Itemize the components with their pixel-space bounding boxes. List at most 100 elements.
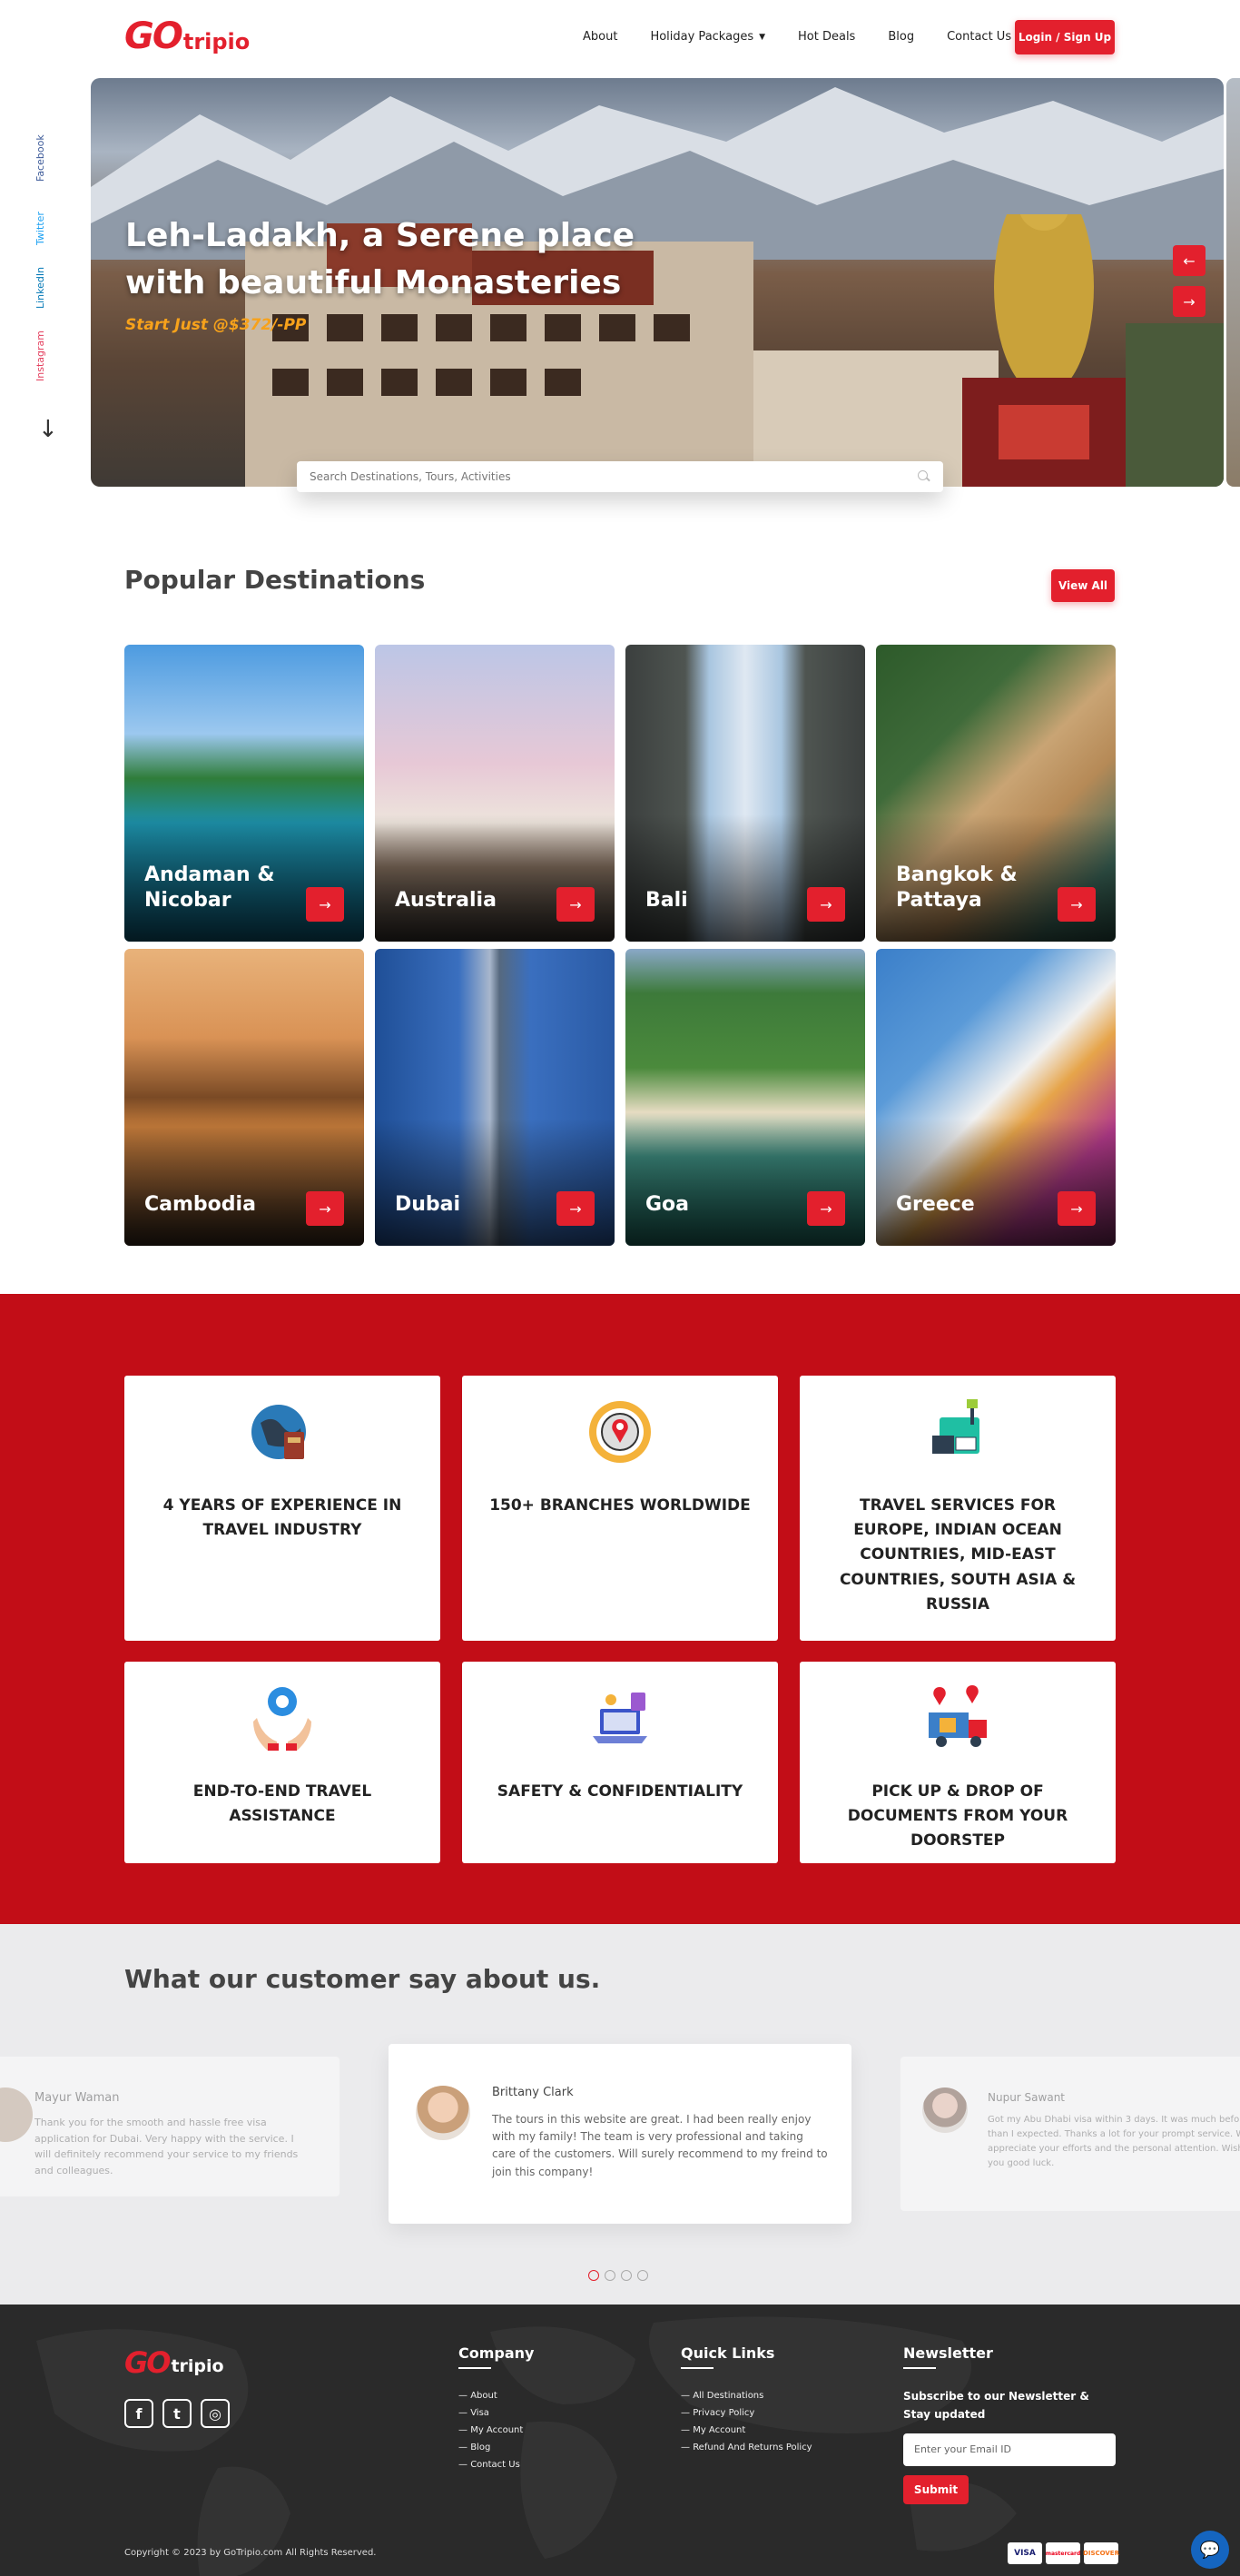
pagination-dot[interactable]	[605, 2270, 615, 2281]
search-input[interactable]	[310, 470, 918, 483]
feature-text: End-to-End Travel Assistance	[192, 1782, 372, 1826]
nav-blog[interactable]: Blog	[888, 30, 914, 44]
delivery-truck-icon	[929, 1685, 987, 1747]
nav-holiday-label: Holiday Packages	[650, 30, 754, 44]
destination-card-cambodia[interactable]: Cambodia →	[124, 949, 364, 1246]
visa-stamp-icon	[932, 1399, 979, 1454]
site-header: GO tripio About Holiday Packages ▼ Hot De…	[0, 0, 1240, 78]
footer-link[interactable]: My Account	[458, 2422, 534, 2439]
feature-text: Pick up & Drop of Documents from your Do…	[847, 1782, 1068, 1851]
feature-text: 4 Years of Experience in Travel Industry	[162, 1496, 402, 1540]
avatar	[0, 2087, 33, 2142]
instagram-icon[interactable]: ◎	[201, 2399, 230, 2428]
footer-newsletter-title: Newsletter	[903, 2344, 993, 2362]
arrow-right-icon[interactable]: →	[807, 1191, 845, 1226]
hero-prev-button[interactable]: ←	[1173, 245, 1206, 276]
destination-card-dubai[interactable]: Dubai →	[375, 949, 615, 1246]
testimonials-title: What our customer say about us.	[124, 1964, 601, 1994]
mastercard-icon: mastercard	[1046, 2542, 1080, 2564]
footer-link[interactable]: Refund And Returns Policy	[681, 2439, 812, 2456]
discover-card-icon: DISCOVER	[1083, 2542, 1119, 2564]
avatar	[922, 2087, 968, 2133]
features-section: 4 Years of Experience in Travel Industry…	[0, 1294, 1240, 1924]
divider	[681, 2367, 713, 2369]
footer-link[interactable]: Visa	[458, 2404, 534, 2422]
footer-newsletter-column: Newsletter Subscribe to our Newsletter &…	[903, 2344, 1116, 2504]
caret-down-icon: ▼	[759, 32, 766, 42]
destinations-grid: Andaman & Nicobar → Australia → Bali → B…	[124, 645, 1116, 1246]
footer-link[interactable]: Blog	[458, 2439, 534, 2456]
destination-card-australia[interactable]: Australia →	[375, 645, 615, 942]
newsletter-email-input[interactable]	[903, 2433, 1116, 2466]
features-grid: 4 Years of Experience in Travel Industry…	[124, 1376, 1116, 1863]
footer-social: f t ◎	[124, 2399, 230, 2428]
view-all-button[interactable]: View All	[1051, 569, 1115, 602]
footer-link[interactable]: Contact Us	[458, 2456, 534, 2473]
newsletter-submit-button[interactable]: Submit	[903, 2474, 969, 2504]
arrow-right-icon[interactable]: →	[556, 887, 595, 922]
destination-card-bali[interactable]: Bali →	[625, 645, 865, 942]
feature-card: End-to-End Travel Assistance	[124, 1662, 440, 1863]
footer-link[interactable]: Privacy Policy	[681, 2404, 812, 2422]
destination-card-andaman[interactable]: Andaman & Nicobar →	[124, 645, 364, 942]
arrow-right-icon[interactable]: →	[1058, 887, 1096, 922]
facebook-icon[interactable]: f	[124, 2399, 153, 2428]
destination-name: Australia	[395, 889, 497, 913]
hero-price: Start Just @$372/-PP	[125, 316, 307, 334]
testimonial-name: Brittany Clark	[492, 2086, 574, 2099]
arrow-right-icon[interactable]: →	[807, 887, 845, 922]
testimonial-card-active: Brittany Clark The tours in this website…	[389, 2044, 851, 2224]
scroll-down-arrow-icon[interactable]: ↓	[38, 416, 58, 443]
chat-bubble-icon[interactable]: 💬	[1191, 2531, 1229, 2569]
footer-link[interactable]: My Account	[681, 2422, 812, 2439]
arrow-right-icon[interactable]: →	[306, 1191, 344, 1226]
divider	[458, 2367, 491, 2369]
pagination-dot[interactable]	[621, 2270, 632, 2281]
card-shade	[124, 1119, 364, 1246]
arrow-right-icon[interactable]: →	[306, 887, 344, 922]
copyright-text: Copyright © 2023 by GoTripio.com All Rig…	[124, 2548, 377, 2558]
logo-go: GO	[124, 2345, 171, 2380]
destination-card-greece[interactable]: Greece →	[876, 949, 1116, 1246]
feature-text: 150+ Branches Worldwide	[489, 1496, 751, 1515]
social-facebook-link[interactable]: Facebook	[34, 134, 46, 182]
main-nav: About Holiday Packages ▼ Hot Deals Blog C…	[583, 30, 1044, 44]
login-signup-button[interactable]: Login / Sign Up	[1015, 20, 1115, 54]
nav-contact-label: Contact Us	[947, 30, 1012, 44]
testimonial-name: Nupur Sawant	[988, 2091, 1066, 2104]
footer-link[interactable]: All Destinations	[681, 2387, 812, 2404]
visa-card-icon: VISA	[1008, 2542, 1042, 2564]
nav-hot-deals[interactable]: Hot Deals	[798, 30, 855, 44]
feature-text: Safety & Confidentiality	[497, 1782, 743, 1801]
footer-logo[interactable]: GO tripio	[124, 2348, 224, 2377]
arrow-right-icon[interactable]: →	[1058, 1191, 1096, 1226]
hero-next-button[interactable]: →	[1173, 286, 1206, 317]
twitter-icon[interactable]: t	[162, 2399, 192, 2428]
feature-card: 150+ Branches Worldwide	[462, 1376, 778, 1641]
testimonials-section: What our customer say about us. Mayur Wa…	[0, 1924, 1240, 2305]
nav-blog-label: Blog	[888, 30, 915, 44]
social-twitter-link[interactable]: Twitter	[34, 212, 46, 245]
hero-next-slide-peek	[1226, 78, 1240, 487]
search-icon[interactable]	[918, 470, 930, 483]
nav-about-label: About	[583, 30, 618, 44]
nav-contact[interactable]: Contact Us	[947, 30, 1011, 44]
destination-name: Goa	[645, 1193, 690, 1217]
destination-name: Greece	[896, 1193, 975, 1217]
pagination-dot[interactable]	[588, 2270, 599, 2281]
pagination-dot[interactable]	[637, 2270, 648, 2281]
site-footer: GO tripio f t ◎ Company About Visa My Ac…	[0, 2305, 1240, 2576]
social-linkedin-link[interactable]: LinkedIn	[34, 267, 46, 309]
nav-holiday-packages[interactable]: Holiday Packages ▼	[650, 30, 765, 44]
nav-about[interactable]: About	[583, 30, 617, 44]
destination-name: Cambodia	[144, 1193, 256, 1217]
footer-link[interactable]: About	[458, 2387, 534, 2404]
destination-card-bangkok[interactable]: Bangkok & Pattaya →	[876, 645, 1116, 942]
social-instagram-link[interactable]: Instagram	[34, 331, 46, 381]
feature-card: Safety & Confidentiality	[462, 1662, 778, 1863]
feature-card: 4 Years of Experience in Travel Industry	[124, 1376, 440, 1641]
site-logo[interactable]: GO tripio	[124, 18, 250, 54]
arrow-right-icon[interactable]: →	[556, 1191, 595, 1226]
destination-card-goa[interactable]: Goa →	[625, 949, 865, 1246]
hands-support-icon	[253, 1687, 311, 1751]
